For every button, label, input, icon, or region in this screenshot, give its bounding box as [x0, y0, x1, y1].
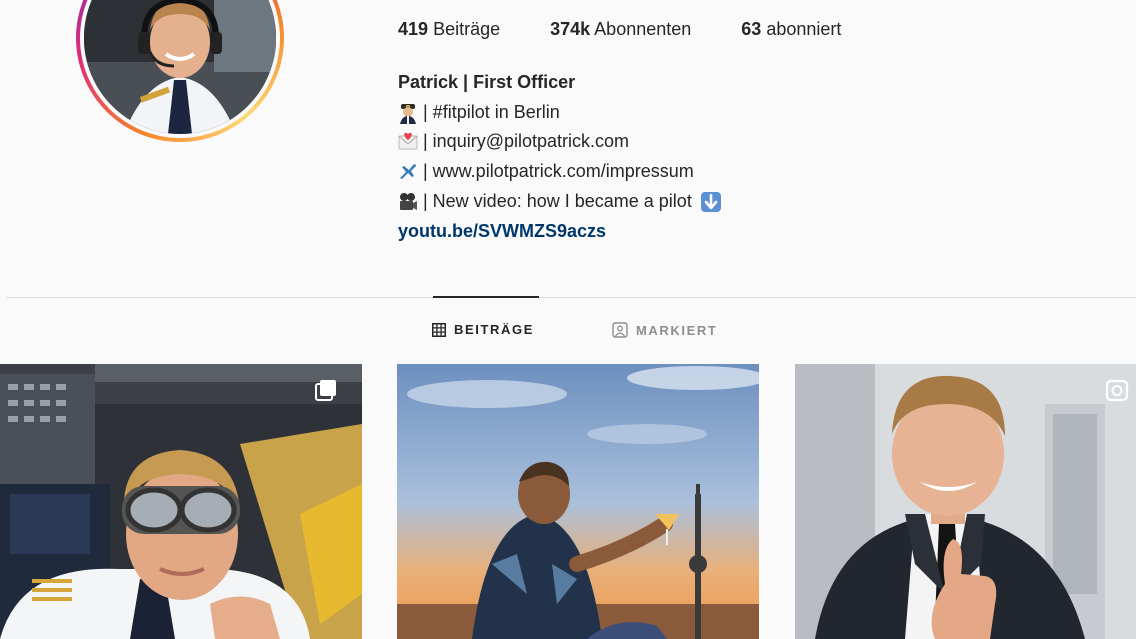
post-image-1	[0, 364, 362, 639]
followers-count[interactable]: 374k	[550, 19, 590, 39]
igtv-icon	[1105, 379, 1129, 402]
profile-stats: 419 Beiträge 374k Abonnenten 63 abonnier…	[398, 19, 841, 40]
bio-link[interactable]: youtu.be/SVWMZS9aczs	[398, 217, 722, 247]
post-thumbnail-1[interactable]	[0, 364, 362, 639]
bio-line-website: | www.pilotpatrick.com/impressum	[398, 157, 722, 187]
tagged-icon	[612, 322, 628, 338]
profile-avatar-ring[interactable]	[76, 0, 284, 142]
tab-tagged-label[interactable]: MARKIERT	[636, 323, 717, 338]
post-thumbnail-2[interactable]	[397, 364, 759, 639]
profile-name: Patrick | First Officer	[398, 72, 576, 92]
bio-line-2[interactable]: | inquiry@pilotpatrick.com	[423, 127, 629, 157]
bio-line-video: | New video: how I became a pilot	[398, 187, 722, 217]
bio-line-4: | New video: how I became a pilot	[423, 190, 692, 211]
following-stat[interactable]: 63 abonniert	[741, 19, 841, 40]
bio-line-3[interactable]: | www.pilotpatrick.com/impressum	[423, 157, 694, 187]
bio-line-email: | inquiry@pilotpatrick.com	[398, 127, 722, 157]
envelope-emoji-icon	[398, 132, 418, 150]
avatar[interactable]	[84, 0, 276, 134]
posts-label: Beiträge	[433, 19, 501, 39]
tab-posts-label[interactable]: BEITRÄGE	[454, 322, 534, 337]
airplane-emoji-icon	[400, 164, 416, 179]
movie-camera-emoji-icon	[400, 192, 417, 210]
following-count[interactable]: 63	[741, 19, 761, 39]
down-arrow-emoji-icon	[700, 191, 721, 212]
bio-line-1: | #fitpilot in Berlin	[423, 101, 560, 122]
followers-label[interactable]: Abonnenten	[594, 19, 691, 39]
grid-icon	[432, 322, 446, 337]
tab-posts[interactable]: BEITRÄGE	[432, 322, 534, 337]
pilot-emoji-icon	[400, 103, 416, 124]
avatar-image	[84, 0, 276, 134]
post-image-3	[795, 364, 1136, 639]
post-thumbnail-3[interactable]	[795, 364, 1136, 639]
profile-bio: Patrick | First Officer | #fitpilot in B…	[398, 68, 722, 246]
following-label[interactable]: abonniert	[766, 19, 841, 39]
posts-count: 419	[398, 19, 429, 39]
bio-line-location: | #fitpilot in Berlin	[398, 98, 722, 128]
tabs-divider	[6, 297, 1136, 298]
active-tab-indicator	[433, 296, 539, 298]
followers-stat[interactable]: 374k Abonnenten	[550, 19, 691, 40]
carousel-icon	[315, 380, 336, 401]
post-image-2	[397, 364, 759, 639]
tab-tagged[interactable]: MARKIERT	[612, 322, 717, 338]
posts-stat: 419 Beiträge	[398, 19, 500, 40]
